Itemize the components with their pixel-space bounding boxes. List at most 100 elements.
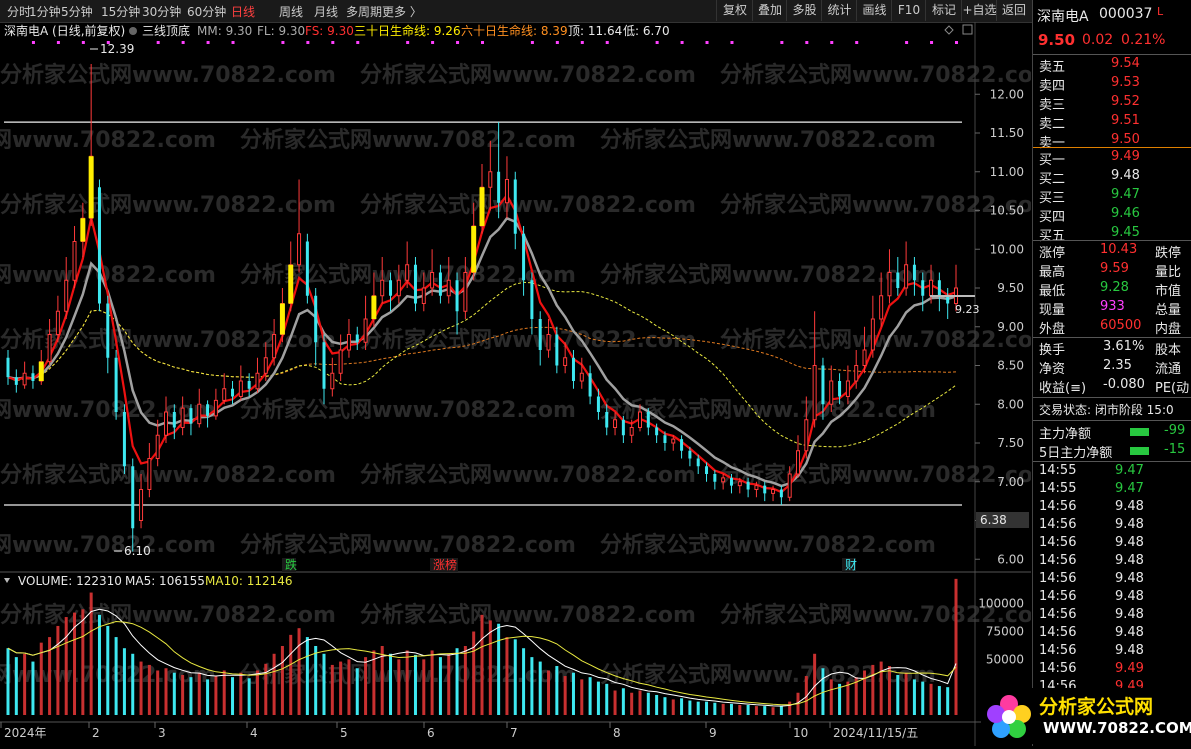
volume-bar (871, 664, 875, 715)
toolbar-button-4[interactable]: 画线 (856, 0, 892, 21)
volume-bar (904, 672, 908, 715)
kline-chart[interactable]: 分析家公式网www.70822.com 分析家公式网www.70822.com 分析… (0, 22, 1056, 746)
tick-time-3: 14:56 (1039, 517, 1077, 532)
volume-bar (14, 657, 18, 715)
volume-bar (222, 670, 226, 715)
stock-name: 深南电A (1037, 9, 1089, 25)
period-tab-1[interactable]: 1分钟 (29, 3, 61, 20)
stat-label-3: 现量 (1039, 303, 1066, 318)
period-tab-10[interactable]: 更多 〉 (382, 3, 422, 20)
volume-bar (921, 681, 925, 715)
volume-bar (887, 666, 891, 715)
last-price-label: 9.23 (955, 303, 980, 316)
kline-chart-svg[interactable]: 分析家公式网www.70822.com 分析家公式网www.70822.com 分析… (0, 22, 1056, 746)
period-tab-8[interactable]: 月线 (314, 3, 338, 20)
period-tab-5[interactable]: 60分钟 (187, 3, 226, 20)
candle-body (147, 458, 152, 490)
candle-body (854, 365, 859, 382)
toolbar-button-8[interactable]: 返回 (996, 0, 1031, 21)
candle-body (189, 408, 193, 424)
candle-body (513, 179, 517, 234)
ask-label-0: 卖五 (1039, 60, 1066, 75)
volume-menu-icon[interactable] (4, 578, 10, 583)
candle-body (787, 473, 792, 498)
volume-bar (6, 648, 10, 715)
watermark-text: 分析家公式网www.70822.com (600, 262, 936, 288)
watermark-text: 分析家公式网www.70822.com (0, 602, 336, 628)
period-tab-0[interactable]: 分时 (7, 3, 31, 20)
watermark-text: 分析家公式网www.70822.com (360, 602, 696, 628)
period-tab-4[interactable]: 30分钟 (142, 3, 181, 20)
event-marker-1[interactable]: 涨榜 (433, 557, 457, 572)
signal-dot (281, 41, 285, 44)
toolbar-button-6[interactable]: 标记 (925, 0, 962, 21)
candle-body (538, 319, 542, 350)
candle-body (896, 272, 900, 288)
fund-flow-label-0: 主力净额 (1039, 427, 1092, 442)
candle-body (638, 411, 642, 428)
volume-bar (555, 666, 559, 715)
toolbar-button-3[interactable]: 统计 (821, 0, 857, 21)
tick-time-7: 14:56 (1039, 589, 1077, 604)
toolbar-button-0[interactable]: 复权 (716, 0, 753, 21)
period-tab-3[interactable]: 15分钟 (101, 3, 140, 20)
candle-body (14, 377, 18, 385)
volume-bar (455, 648, 459, 715)
stat-label2-0: 跌停 (1155, 246, 1182, 261)
toolbar-button-1[interactable]: 叠加 (752, 0, 787, 21)
stat-label-4: 外盘 (1039, 322, 1066, 337)
volume-bar (480, 614, 484, 715)
panel-close-icon[interactable] (962, 24, 973, 35)
signal-dot (56, 41, 60, 44)
event-marker-2[interactable]: 财 (845, 558, 857, 572)
tick-price-4: 9.48 (1115, 535, 1144, 550)
ask-label-3: 卖二 (1039, 117, 1066, 132)
diamond-icon[interactable] (944, 25, 954, 35)
tick-price-0: 9.47 (1115, 463, 1144, 478)
candle-body (272, 334, 277, 359)
candle-body (430, 272, 435, 289)
volume-bar (829, 679, 833, 715)
volume-bar (247, 678, 251, 715)
watermark-text: 分析家公式网www.70822.com (240, 397, 576, 423)
candle-body (696, 458, 700, 467)
tick-price-10: 9.48 (1115, 643, 1144, 658)
volume-bar (954, 578, 958, 715)
volume-bar (912, 679, 916, 715)
signal-bar (80, 218, 86, 242)
stat2-value-1: 2.35 (1103, 358, 1132, 373)
candle-body (22, 372, 27, 386)
candle-body (297, 233, 302, 266)
candle-body (680, 439, 684, 451)
indicator-menu-icon[interactable] (129, 27, 137, 35)
period-tab-9[interactable]: 多周期 (346, 3, 382, 20)
toolbar-button-7[interactable]: +自选 (961, 0, 997, 21)
volume-bar (31, 661, 35, 715)
candle-body (6, 357, 10, 378)
volume-bar (389, 653, 393, 715)
period-tab-2[interactable]: 5分钟 (61, 3, 93, 20)
candle-body (729, 477, 733, 486)
panel-separator (1033, 397, 1191, 398)
fund-flow-bar (1130, 428, 1149, 436)
bid-ask-separator (1033, 147, 1191, 148)
period-tab-7[interactable]: 周线 (279, 3, 303, 20)
volume-bar (64, 617, 68, 715)
volume-bar (289, 634, 293, 715)
toolbar-button-5[interactable]: F10 (891, 0, 926, 21)
period-tab-6[interactable]: 日线 (231, 3, 255, 20)
candle-body (879, 295, 884, 320)
volume-bar (305, 637, 309, 715)
volume-bar (214, 676, 218, 715)
event-marker-0[interactable]: 跌 (285, 557, 297, 572)
tick-time-0: 14:55 (1039, 463, 1077, 478)
volume-bar (280, 645, 284, 715)
volume-bar (788, 701, 792, 715)
volume-bar (879, 661, 883, 715)
quote-panel: 深南电A 000037 L 9.50 0.02 0.21% 卖五 9.54 卖四 9.53 卖三 9.… (1032, 0, 1191, 746)
candle-body (646, 412, 650, 428)
toolbar-button-2[interactable]: 多股 (786, 0, 822, 21)
volume-bar (638, 690, 642, 715)
signal-bar (38, 361, 44, 381)
candle-body (688, 450, 692, 459)
